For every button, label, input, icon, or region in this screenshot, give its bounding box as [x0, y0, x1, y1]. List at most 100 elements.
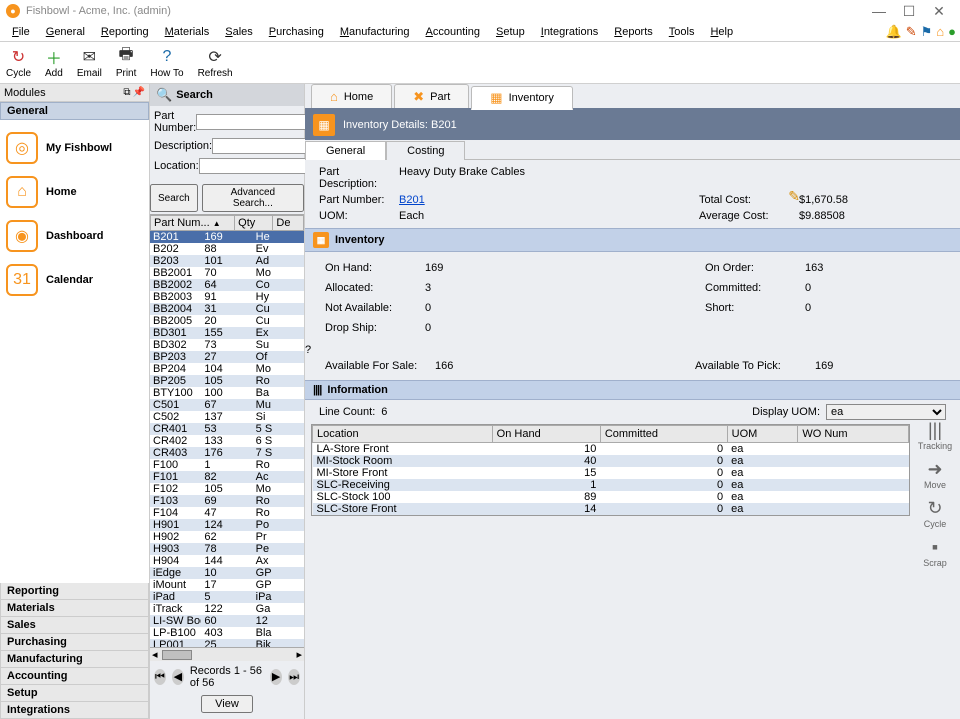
search-row[interactable]: BP204104Mo	[150, 363, 304, 375]
menu-purchasing[interactable]: Purchasing	[261, 26, 332, 38]
loc-col[interactable]: Location	[313, 426, 493, 443]
search-row[interactable]: iTrack122Ga	[150, 603, 304, 615]
search-row[interactable]: B201169He	[150, 231, 304, 243]
advanced-search-button[interactable]: Advanced Search...	[202, 184, 304, 212]
pin-icon[interactable]: 📌	[133, 87, 145, 98]
prev-page-button[interactable]: ◀	[172, 669, 184, 685]
accordion-purchasing[interactable]: Purchasing	[0, 634, 149, 651]
search-row[interactable]: H90262Pr	[150, 531, 304, 543]
tool-move[interactable]: ➜Move	[924, 459, 946, 490]
part-num-link[interactable]: B201	[399, 194, 599, 206]
search-row[interactable]: F1001Ro	[150, 459, 304, 471]
accordion-accounting[interactable]: Accounting	[0, 668, 149, 685]
tool-scrap[interactable]: ▪Scrap	[923, 537, 947, 568]
view-button[interactable]: View	[201, 695, 253, 713]
subtab-general[interactable]: General	[305, 141, 386, 160]
last-page-button[interactable]: ⏭	[288, 669, 300, 685]
accordion-integrations[interactable]: Integrations	[0, 702, 149, 719]
search-row[interactable]: BB200520Cu	[150, 315, 304, 327]
accordion-reporting[interactable]: Reporting	[0, 583, 149, 600]
search-row[interactable]: F102105Mo	[150, 483, 304, 495]
loc-col[interactable]: UOM	[727, 426, 798, 443]
tab-inventory[interactable]: ▦Inventory	[471, 86, 573, 110]
maximize-button[interactable]: ☐	[894, 3, 924, 20]
menu-general[interactable]: General	[38, 26, 93, 38]
display-uom-select[interactable]: ea	[826, 404, 946, 420]
edit-icon[interactable]: ✎	[788, 188, 800, 205]
location-row[interactable]: SLC-Receiving10ea	[313, 479, 909, 491]
tool-cycle[interactable]: ↻Cycle	[924, 498, 947, 529]
toolbar-email[interactable]: ✉Email	[77, 47, 102, 79]
search-row[interactable]: H904144Ax	[150, 555, 304, 567]
search-row[interactable]: iPad5iPa	[150, 591, 304, 603]
menu-setup[interactable]: Setup	[488, 26, 533, 38]
close-button[interactable]: ✕	[924, 3, 954, 20]
location-row[interactable]: LA-Store Front100ea	[313, 443, 909, 456]
loc-col[interactable]: WO Num	[798, 426, 909, 443]
toolbar-refresh[interactable]: ⟳Refresh	[198, 47, 233, 79]
search-row[interactable]: F10447Ro	[150, 507, 304, 519]
col-header[interactable]: Part Num... ▲	[151, 216, 235, 231]
location-row[interactable]: SLC-Stock 100890ea	[313, 491, 909, 503]
search-row[interactable]: iEdge10GP	[150, 567, 304, 579]
cart-icon[interactable]: ✎	[906, 24, 917, 40]
nav-calendar[interactable]: 31Calendar	[2, 258, 147, 302]
col-header[interactable]: Qty	[235, 216, 273, 231]
accordion-manufacturing[interactable]: Manufacturing	[0, 651, 149, 668]
menu-reporting[interactable]: Reporting	[93, 26, 157, 38]
search-row[interactable]: H90378Pe	[150, 543, 304, 555]
search-row[interactable]: BTY100100Ba	[150, 387, 304, 399]
minimize-button[interactable]: —	[864, 3, 894, 19]
toolbar-how-to[interactable]: ?How To	[150, 47, 183, 79]
flag-icon[interactable]: ⚑	[921, 24, 933, 40]
location-row[interactable]: MI-Stock Room400ea	[313, 455, 909, 467]
menu-reports[interactable]: Reports	[606, 26, 661, 38]
menu-sales[interactable]: Sales	[217, 26, 261, 38]
search-row[interactable]: F10182Ac	[150, 471, 304, 483]
search-row[interactable]: C50167Mu	[150, 399, 304, 411]
next-page-button[interactable]: ▶	[270, 669, 282, 685]
search-row[interactable]: BD301155Ex	[150, 327, 304, 339]
location-row[interactable]: MI-Store Front150ea	[313, 467, 909, 479]
help-icon[interactable]: ?	[305, 344, 311, 356]
home-icon[interactable]: ⌂	[936, 24, 944, 39]
undock-icon[interactable]: ⧉	[123, 87, 130, 98]
search-row[interactable]: LI-SW Body6012	[150, 615, 304, 627]
accordion-sales[interactable]: Sales	[0, 617, 149, 634]
search-row[interactable]: iMount17GP	[150, 579, 304, 591]
search-row[interactable]: C502137Si	[150, 411, 304, 423]
horizontal-scrollbar[interactable]: ◂▸	[150, 647, 304, 661]
loc-col[interactable]: Committed	[600, 426, 727, 443]
search-button[interactable]: Search	[150, 184, 198, 212]
bell-icon[interactable]: 🔔	[886, 24, 902, 40]
tab-part[interactable]: ✖Part	[394, 84, 469, 108]
nav-dashboard[interactable]: ◉Dashboard	[2, 214, 147, 258]
search-row[interactable]: BB200391Hy	[150, 291, 304, 303]
menu-integrations[interactable]: Integrations	[533, 26, 607, 38]
tool-tracking[interactable]: |||Tracking	[918, 420, 952, 451]
menu-manufacturing[interactable]: Manufacturing	[332, 26, 418, 38]
accordion-setup[interactable]: Setup	[0, 685, 149, 702]
search-row[interactable]: B20288Ev	[150, 243, 304, 255]
search-row[interactable]: LP-B100403Bla	[150, 627, 304, 639]
toolbar-cycle[interactable]: ↻Cycle	[6, 47, 31, 79]
menu-accounting[interactable]: Accounting	[418, 26, 488, 38]
toolbar-add[interactable]: ＋Add	[45, 47, 63, 79]
menu-tools[interactable]: Tools	[661, 26, 703, 38]
tab-home[interactable]: ⌂Home	[311, 84, 392, 108]
search-row[interactable]: F10369Ro	[150, 495, 304, 507]
search-row[interactable]: LP00125Bik	[150, 639, 304, 647]
accordion-general[interactable]: General	[0, 102, 149, 120]
search-row[interactable]: BB200264Co	[150, 279, 304, 291]
accordion-materials[interactable]: Materials	[0, 600, 149, 617]
loc-col[interactable]: On Hand	[492, 426, 600, 443]
first-page-button[interactable]: ⏮	[154, 669, 166, 685]
nav-my-fishbowl[interactable]: ◎My Fishbowl	[2, 126, 147, 170]
menu-materials[interactable]: Materials	[157, 26, 218, 38]
menu-file[interactable]: File	[4, 26, 38, 38]
col-header[interactable]: De	[273, 216, 304, 231]
search-row[interactable]: BP205105Ro	[150, 375, 304, 387]
search-row[interactable]: BD30273Su	[150, 339, 304, 351]
status-icon[interactable]: ●	[948, 24, 956, 39]
search-row[interactable]: B203101Ad	[150, 255, 304, 267]
